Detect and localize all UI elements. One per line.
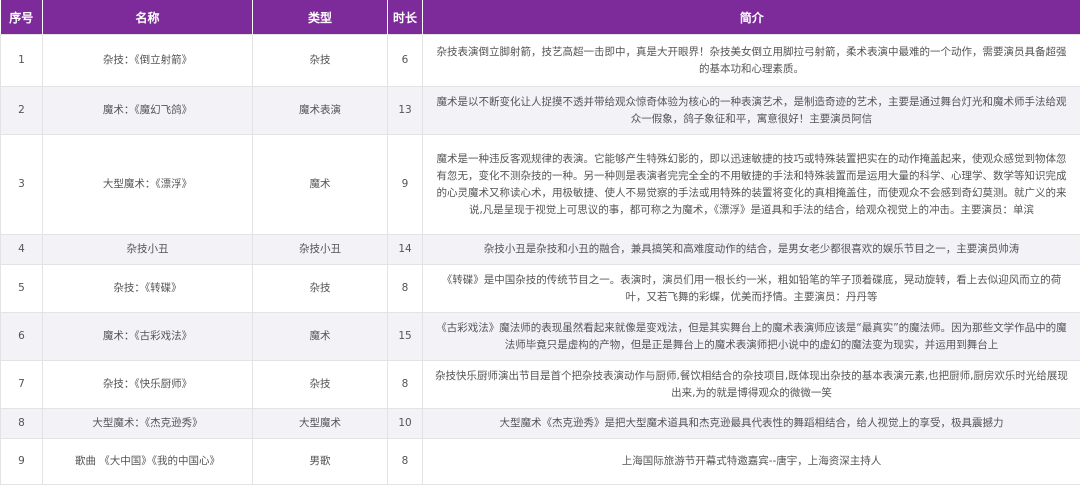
cell-description: 大型魔术《杰克逊秀》是把大型魔术道具和杰克逊最具代表性的舞蹈相结合，给人视觉上的… — [422, 408, 1080, 439]
table-row: 7 杂技：《快乐厨师》 杂技 8 杂技快乐厨师演出节目是首个把杂技表演动作与厨师… — [0, 360, 1080, 409]
cell-name: 魔术：《魔幻飞鸽》 — [42, 86, 253, 135]
cell-name: 杂技：《倒立射箭》 — [42, 34, 253, 87]
cell-type: 魔术 — [252, 312, 388, 361]
header-index: 序号 — [0, 0, 43, 35]
cell-index: 9 — [0, 438, 43, 485]
table-row: 8 大型魔术：《杰克逊秀》 大型魔术 10 大型魔术《杰克逊秀》是把大型魔术道具… — [0, 408, 1080, 439]
cell-description: 杂技表演倒立脚射箭，技艺高超一击即中，真是大开眼界！杂技美女倒立用脚拉弓射箭，柔… — [422, 34, 1080, 87]
cell-duration: 14 — [387, 234, 423, 265]
cell-description: 魔术是一种违反客观规律的表演。它能够产生特殊幻影的，即以迅速敏捷的技巧或特殊装置… — [422, 134, 1080, 235]
cell-type: 杂技小丑 — [252, 234, 388, 265]
table-row: 3 大型魔术：《漂浮》 魔术 9 魔术是一种违反客观规律的表演。它能够产生特殊幻… — [0, 134, 1080, 235]
cell-name: 魔术：《古彩戏法》 — [42, 312, 253, 361]
header-duration: 时长 — [387, 0, 423, 35]
cell-type: 杂技 — [252, 360, 388, 409]
cell-description: 魔术是以不断变化让人捉摸不透并带给观众惊奇体验为核心的一种表演艺术，是制造奇迹的… — [422, 86, 1080, 135]
cell-description: 上海国际旅游节开幕式特邀嘉宾--唐宇，上海资深主持人 — [422, 438, 1080, 485]
cell-name: 杂技：《转碟》 — [42, 264, 253, 313]
cell-index: 1 — [0, 34, 43, 87]
cell-duration: 15 — [387, 312, 423, 361]
table-row: 4 杂技小丑 杂技小丑 14 杂技小丑是杂技和小丑的融合，兼具搞笑和高难度动作的… — [0, 234, 1080, 265]
header-description: 简介 — [422, 0, 1080, 35]
cell-description: 杂技小丑是杂技和小丑的融合，兼具搞笑和高难度动作的结合，是男女老少都很喜欢的娱乐… — [422, 234, 1080, 265]
cell-type: 杂技 — [252, 264, 388, 313]
header-type: 类型 — [252, 0, 388, 35]
cell-duration: 8 — [387, 264, 423, 313]
cell-index: 2 — [0, 86, 43, 135]
table-row: 2 魔术：《魔幻飞鸽》 魔术表演 13 魔术是以不断变化让人捉摸不透并带给观众惊… — [0, 86, 1080, 135]
table-row: 5 杂技：《转碟》 杂技 8 《转碟》是中国杂技的传统节目之一。表演时，演员们用… — [0, 264, 1080, 313]
cell-index: 6 — [0, 312, 43, 361]
cell-index: 8 — [0, 408, 43, 439]
table-header-row: 序号 名称 类型 时长 简介 — [0, 0, 1080, 35]
table-row: 1 杂技：《倒立射箭》 杂技 6 杂技表演倒立脚射箭，技艺高超一击即中，真是大开… — [0, 34, 1080, 87]
table-row: 6 魔术：《古彩戏法》 魔术 15 《古彩戏法》魔法师的表现虽然看起来就像是变戏… — [0, 312, 1080, 361]
cell-duration: 10 — [387, 408, 423, 439]
cell-index: 3 — [0, 134, 43, 235]
cell-index: 5 — [0, 264, 43, 313]
header-name: 名称 — [42, 0, 253, 35]
cell-type: 杂技 — [252, 34, 388, 87]
cell-name: 杂技小丑 — [42, 234, 253, 265]
cell-duration: 13 — [387, 86, 423, 135]
cell-description: 《转碟》是中国杂技的传统节目之一。表演时，演员们用一根长约一米，粗如铅笔的竿子顶… — [422, 264, 1080, 313]
cell-duration: 6 — [387, 34, 423, 87]
cell-duration: 9 — [387, 134, 423, 235]
program-table: 序号 名称 类型 时长 简介 1 杂技：《倒立射箭》 杂技 6 杂技表演倒立脚射… — [0, 0, 1080, 485]
cell-index: 4 — [0, 234, 43, 265]
cell-description: 杂技快乐厨师演出节目是首个把杂技表演动作与厨师,餐饮相结合的杂技项目,既体现出杂… — [422, 360, 1080, 409]
cell-description: 《古彩戏法》魔法师的表现虽然看起来就像是变戏法，但是其实舞台上的魔术表演师应该是… — [422, 312, 1080, 361]
cell-index: 7 — [0, 360, 43, 409]
cell-type: 魔术 — [252, 134, 388, 235]
cell-type: 魔术表演 — [252, 86, 388, 135]
cell-name: 杂技：《快乐厨师》 — [42, 360, 253, 409]
cell-duration: 8 — [387, 438, 423, 485]
cell-type: 男歌 — [252, 438, 388, 485]
table-row: 9 歌曲 《大中国》《我的中国心》 男歌 8 上海国际旅游节开幕式特邀嘉宾--唐… — [0, 438, 1080, 485]
cell-type: 大型魔术 — [252, 408, 388, 439]
cell-duration: 8 — [387, 360, 423, 409]
cell-name: 大型魔术：《杰克逊秀》 — [42, 408, 253, 439]
cell-name: 大型魔术：《漂浮》 — [42, 134, 253, 235]
cell-name: 歌曲 《大中国》《我的中国心》 — [42, 438, 253, 485]
